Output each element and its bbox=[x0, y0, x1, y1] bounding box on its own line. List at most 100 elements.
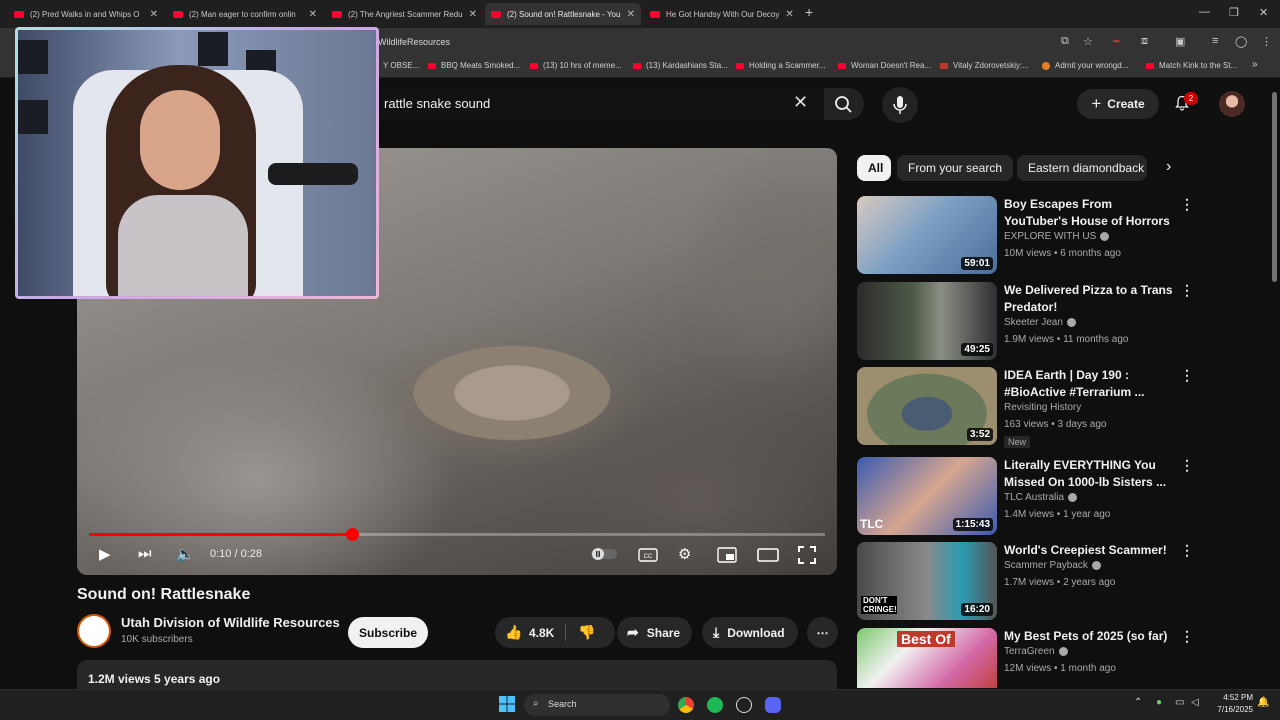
bookmark-item[interactable]: Holding a Scammer... bbox=[736, 61, 825, 70]
download-button[interactable]: ⤓ Download bbox=[702, 617, 798, 648]
recommendation-item[interactable]: Best Of My Best Pets of 2025 (so far) Te… bbox=[857, 628, 1267, 688]
bookmark-star-icon[interactable]: ☆ bbox=[1083, 35, 1093, 48]
video-title[interactable]: Boy Escapes From YouTuber's House of Hor… bbox=[1004, 196, 1174, 230]
close-tab-icon[interactable]: ✕ bbox=[621, 9, 635, 20]
video-title[interactable]: World's Creepiest Scammer! bbox=[1004, 542, 1174, 559]
bookmark-item[interactable]: (13) Kardashians Sta... bbox=[633, 61, 728, 70]
volume-icon[interactable]: 🔈 bbox=[176, 545, 195, 563]
cast-icon[interactable]: ⧉ bbox=[1061, 35, 1069, 48]
user-avatar[interactable] bbox=[1219, 91, 1245, 117]
chip-from-your-search[interactable]: From your search bbox=[897, 155, 1013, 181]
video-thumbnail[interactable]: 3:52 bbox=[857, 367, 997, 445]
network-icon[interactable]: ▭ bbox=[1175, 697, 1184, 708]
more-vertical-icon[interactable]: ⋮ bbox=[1180, 542, 1194, 559]
captions-icon[interactable]: CC bbox=[638, 548, 658, 562]
more-vertical-icon[interactable]: ⋮ bbox=[1180, 367, 1194, 384]
more-vertical-icon[interactable]: ⋮ bbox=[1180, 457, 1194, 474]
video-thumbnail[interactable]: 59:01 bbox=[857, 196, 997, 274]
channel-name[interactable]: Scammer Payback bbox=[1004, 560, 1101, 571]
minimize-window-icon[interactable]: — bbox=[1199, 6, 1210, 18]
notifications-tray-icon[interactable]: 🔔 bbox=[1257, 697, 1269, 708]
bookmark-item[interactable]: Woman Doesn't Rea... bbox=[838, 61, 931, 70]
taskbar-clock-date[interactable]: 7/16/2025 bbox=[1208, 705, 1253, 714]
spotify-app-icon[interactable] bbox=[707, 697, 723, 713]
bookmark-item[interactable]: Y OBSE... bbox=[383, 61, 419, 70]
chevron-right-icon[interactable]: › bbox=[1166, 158, 1171, 176]
close-tab-icon[interactable]: ✕ bbox=[779, 9, 793, 20]
channel-name[interactable]: Skeeter Jean bbox=[1004, 317, 1076, 328]
recommendation-item[interactable]: TLC 1:15:43 Literally EVERYTHING You Mis… bbox=[857, 457, 1267, 537]
new-tab-button[interactable]: + bbox=[805, 4, 813, 20]
thumbs-down-icon[interactable]: 👎 bbox=[578, 624, 595, 641]
bookmark-item[interactable]: Vitaly Zdorovetskiy:... bbox=[940, 61, 1029, 70]
bookmarks-overflow-button[interactable]: » bbox=[1252, 59, 1258, 70]
video-title[interactable]: We Delivered Pizza to a Trans Predator! bbox=[1004, 282, 1174, 316]
channel-name[interactable]: EXPLORE WITH US bbox=[1004, 231, 1110, 242]
profile-icon[interactable]: ◯ bbox=[1235, 35, 1247, 48]
browser-tab-active[interactable]: (2) Sound on! Rattlesnake - You ✕ bbox=[485, 3, 641, 25]
video-title[interactable]: My Best Pets of 2025 (so far) bbox=[1004, 628, 1174, 645]
thumbs-up-icon[interactable]: 👍 bbox=[505, 624, 522, 641]
extensions-icon[interactable]: ⧈ bbox=[1141, 35, 1148, 48]
bookmark-item[interactable]: Match Kink to the St... bbox=[1146, 61, 1237, 70]
search-button[interactable] bbox=[824, 88, 864, 120]
clear-search-icon[interactable]: ✕ bbox=[793, 92, 808, 113]
recommendation-item[interactable]: 3:52 IDEA Earth | Day 190 : #BioActive #… bbox=[857, 367, 1267, 448]
address-bar-url[interactable]: WildlifeResources bbox=[378, 37, 450, 47]
browser-tab[interactable]: (2) Pred Walks in and Whips O ✕ bbox=[8, 3, 164, 25]
menu-dots-icon[interactable]: ⋮ bbox=[1261, 35, 1272, 48]
more-vertical-icon[interactable]: ⋮ bbox=[1180, 628, 1194, 645]
tray-overflow-icon[interactable]: ⌃ bbox=[1134, 697, 1142, 708]
channel-name[interactable]: TLC Australia bbox=[1004, 492, 1078, 503]
video-thumbnail[interactable]: TLC 1:15:43 bbox=[857, 457, 997, 535]
close-tab-icon[interactable]: ✕ bbox=[463, 9, 477, 20]
bookmark-item[interactable]: BBQ Meats Smoked... bbox=[428, 61, 520, 70]
search-input[interactable]: rattle snake sound bbox=[384, 96, 490, 111]
miniplayer-icon[interactable] bbox=[717, 547, 737, 563]
autoplay-toggle-icon[interactable] bbox=[590, 547, 618, 561]
subscribe-button[interactable]: Subscribe bbox=[348, 617, 428, 648]
progress-scrubber-handle[interactable] bbox=[345, 528, 359, 541]
browser-tab[interactable]: (2) Man eager to confirm onlin ✕ bbox=[167, 3, 323, 25]
theater-mode-icon[interactable] bbox=[757, 548, 779, 562]
voice-search-button[interactable] bbox=[882, 87, 918, 123]
video-thumbnail[interactable]: 49:25 bbox=[857, 282, 997, 360]
more-actions-button[interactable]: ⋯ bbox=[807, 617, 838, 648]
side-panel-icon[interactable]: ▣ bbox=[1175, 35, 1185, 48]
channel-avatar[interactable] bbox=[77, 614, 111, 648]
fullscreen-icon[interactable] bbox=[798, 546, 816, 564]
taskbar-clock-time[interactable]: 4:52 PM bbox=[1213, 693, 1253, 702]
channel-name[interactable]: TerraGreen bbox=[1004, 646, 1068, 657]
chip-all[interactable]: All bbox=[857, 155, 891, 181]
like-count[interactable]: 4.8K bbox=[529, 626, 554, 640]
video-title[interactable]: IDEA Earth | Day 190 : #BioActive #Terra… bbox=[1004, 367, 1174, 401]
restore-window-icon[interactable]: ❐ bbox=[1229, 6, 1239, 19]
close-window-icon[interactable]: ✕ bbox=[1259, 6, 1268, 19]
discord-app-icon[interactable] bbox=[765, 697, 781, 713]
page-scrollbar[interactable] bbox=[1272, 92, 1277, 282]
bookmark-item[interactable]: (13) 10 hrs of meme... bbox=[530, 61, 622, 70]
bookmark-item[interactable]: Admit your wrongd... bbox=[1042, 61, 1128, 70]
recommendation-item[interactable]: 59:01 Boy Escapes From YouTuber's House … bbox=[857, 196, 1267, 276]
recommendation-item[interactable]: DON'T CRINGE! 16:20 World's Creepiest Sc… bbox=[857, 542, 1267, 622]
tray-mic-icon[interactable]: ● bbox=[1156, 697, 1162, 708]
browser-tab[interactable]: (2) The Angriest Scammer Redu ✕ bbox=[326, 3, 482, 25]
play-button-icon[interactable]: ▶ bbox=[99, 545, 111, 563]
volume-tray-icon[interactable]: ◁ bbox=[1191, 697, 1199, 708]
media-controls-icon[interactable]: ≡ bbox=[1212, 35, 1218, 47]
browser-tab[interactable]: He Got Handsy With Our Decoy ✕ bbox=[644, 3, 796, 25]
extension-record-icon[interactable]: ━ bbox=[1113, 35, 1120, 48]
video-thumbnail[interactable]: Best Of bbox=[857, 628, 997, 688]
recommendation-item[interactable]: 49:25 We Delivered Pizza to a Trans Pred… bbox=[857, 282, 1267, 362]
chrome-app-icon[interactable] bbox=[678, 697, 694, 713]
windows-start-icon[interactable] bbox=[499, 696, 515, 712]
next-video-icon[interactable]: ⏭ bbox=[138, 545, 152, 562]
channel-name[interactable]: Utah Division of Wildlife Resources bbox=[121, 615, 340, 630]
more-vertical-icon[interactable]: ⋮ bbox=[1180, 282, 1194, 299]
settings-gear-icon[interactable]: ⚙ bbox=[678, 545, 691, 563]
stream-tool-app-icon[interactable] bbox=[736, 697, 752, 713]
taskbar-search-box[interactable]: ⌕ Search bbox=[524, 694, 670, 716]
close-tab-icon[interactable]: ✕ bbox=[303, 9, 317, 20]
share-button[interactable]: ➦ Share bbox=[617, 617, 692, 648]
create-button[interactable]: + Create bbox=[1077, 89, 1159, 119]
